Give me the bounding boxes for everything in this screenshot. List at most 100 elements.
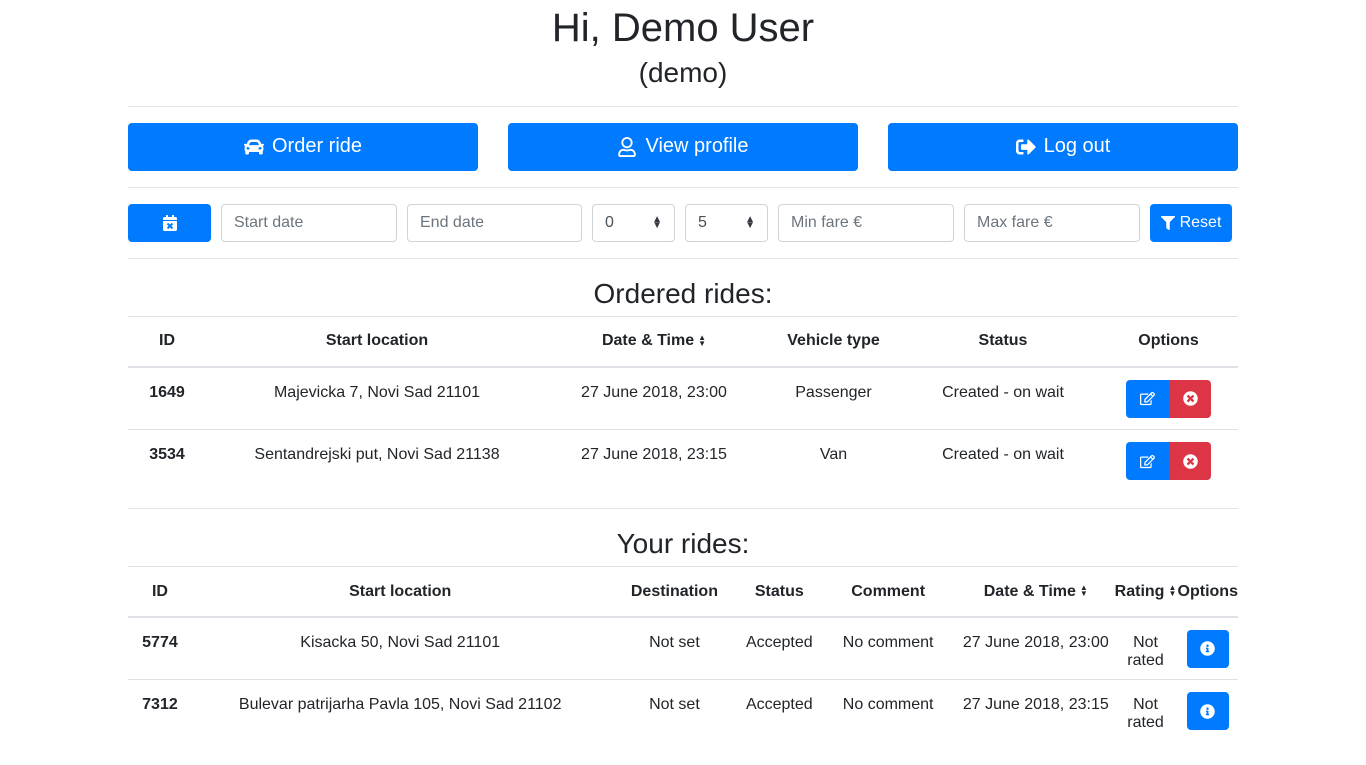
- cell-date-time: 27 June 2018, 23:15: [548, 429, 760, 493]
- column-header-label: Rating: [1114, 582, 1165, 600]
- main-container: Hi, Demo User (demo) Order ride View pro…: [128, 0, 1238, 743]
- filter-icon: [1160, 215, 1175, 230]
- start-date-input[interactable]: [221, 203, 397, 242]
- select-caret-icon: ▲ ▼: [745, 213, 755, 231]
- column-header-label: Date & Time: [601, 332, 695, 350]
- edit-icon: [1140, 454, 1155, 468]
- reset-label: Reset: [1179, 213, 1222, 231]
- cell-rating: Not rated: [1127, 633, 1164, 669]
- cell-status: Accepted: [745, 633, 813, 651]
- cell-status: Created - on wait: [942, 383, 1064, 401]
- divider: [128, 507, 1238, 509]
- column-header-start-location: Start location: [191, 566, 609, 618]
- edit-button[interactable]: [1126, 379, 1169, 418]
- column-header-status: Status: [907, 316, 1099, 368]
- table-row: 3534 Sentandrejski put, Novi Sad 21138 2…: [128, 429, 1238, 493]
- cell-status: Created - on wait: [907, 429, 1099, 493]
- action-bar: Order ride View profile Log out: [128, 122, 1238, 171]
- table-header-row: ID Start location Date & Time ▲ ▼ Vehicle …: [128, 316, 1238, 368]
- divider: [128, 105, 1238, 107]
- filter-bar: 0 ▲▼ 5 ▲▼ Reset: [128, 203, 1238, 242]
- column-header-id: ID: [128, 566, 192, 618]
- min-fare-input[interactable]: [778, 203, 954, 242]
- min-rating-value: 0: [605, 213, 614, 231]
- ordered-rides-title: Ordered rides:: [593, 277, 773, 309]
- column-header-date-time[interactable]: Date & Time ▲ ▼: [548, 316, 760, 368]
- sort-icon: ▲ ▼: [1168, 583, 1177, 599]
- column-header-date-time[interactable]: Date & Time ▲ ▼: [958, 566, 1114, 618]
- end-date-input[interactable]: [407, 203, 582, 242]
- cell-date-time: 27 June 2018, 23:00: [581, 383, 727, 401]
- divider: [128, 257, 1238, 259]
- column-header-status: Status: [740, 566, 819, 618]
- edit-icon: [1140, 392, 1155, 406]
- cancel-ride-button[interactable]: [1169, 442, 1211, 481]
- column-header-start-location: Start location: [206, 316, 548, 368]
- ride-info-button[interactable]: [1186, 629, 1229, 668]
- cell-options: [1099, 429, 1238, 493]
- cell-date-time: 27 June 2018, 23:15: [958, 679, 1114, 743]
- cell-vehicle-type: Passenger: [795, 383, 872, 401]
- max-rating-select[interactable]: 5 ▲ ▼: [685, 203, 768, 242]
- cell-status: Accepted: [740, 679, 819, 743]
- sign-out-icon: [1015, 139, 1036, 155]
- calendar-times-icon: [162, 214, 177, 231]
- your-rides-table: ID Start location Destination Status Com…: [128, 566, 1238, 743]
- sort-icon: ▲ ▼: [1079, 583, 1088, 599]
- ride-info-button[interactable]: [1186, 692, 1229, 731]
- cell-start-location: Bulevar patrijarha Pavla 105, Novi Sad 2…: [191, 679, 609, 743]
- cell-destination: Not set: [608, 679, 741, 743]
- divider: [128, 186, 1238, 188]
- edit-button[interactable]: [1126, 442, 1169, 481]
- max-fare-input[interactable]: [964, 203, 1140, 242]
- select-caret-icon: ▲ ▼: [652, 213, 662, 231]
- reset-button[interactable]: Reset: [1150, 203, 1232, 242]
- order-ride-label: Order ride: [271, 135, 363, 158]
- column-header-vehicle-type: Vehicle type: [760, 316, 907, 368]
- row-actions: [1126, 379, 1211, 418]
- info-circle-icon: [1200, 704, 1216, 719]
- clear-dates-button[interactable]: [128, 203, 211, 242]
- cell-date-time: 27 June 2018, 23:00: [962, 633, 1109, 651]
- username-subtitle: (demo): [638, 57, 728, 88]
- sort-icon: ▲ ▼: [698, 333, 707, 349]
- cell-id: 3534: [128, 429, 206, 493]
- column-header-options: Options: [1177, 566, 1238, 618]
- table-header-row: ID Start location Destination Status Com…: [128, 566, 1238, 618]
- cell-id: 1649: [149, 383, 185, 401]
- column-header-id: ID: [128, 316, 206, 368]
- min-rating-select[interactable]: 0 ▲ ▼: [592, 203, 675, 242]
- order-ride-button[interactable]: Order ride: [128, 122, 478, 171]
- your-rides-title: Your rides:: [616, 527, 750, 559]
- ordered-rides-table: ID Start location Date & Time ▲ ▼ Vehicle …: [128, 316, 1238, 493]
- column-header-destination: Destination: [608, 566, 741, 618]
- cell-rating: Not rated: [1113, 679, 1178, 743]
- column-header-comment: Comment: [818, 566, 959, 618]
- cancel-ride-button[interactable]: [1169, 379, 1211, 418]
- times-circle-icon: [1182, 391, 1198, 406]
- cell-comment: No comment: [842, 633, 934, 651]
- cell-options: [1178, 617, 1239, 680]
- row-actions: [1126, 442, 1211, 481]
- cell-start-location: Majevicka 7, Novi Sad 21101: [273, 383, 481, 401]
- greeting-title: Hi, Demo User: [551, 6, 815, 50]
- cell-id: 7312: [128, 679, 192, 743]
- times-circle-icon: [1182, 453, 1198, 469]
- view-profile-button[interactable]: View profile: [508, 122, 858, 171]
- cell-vehicle-type: Van: [760, 429, 907, 493]
- cell-start-location: Kisacka 50, Novi Sad 21101: [300, 633, 501, 651]
- info-circle-icon: [1200, 641, 1216, 657]
- cell-destination: Not set: [649, 633, 700, 651]
- column-header-rating[interactable]: Rating ▲ ▼: [1113, 566, 1178, 618]
- user-icon: [618, 136, 637, 157]
- cell-options: [1177, 679, 1238, 743]
- view-profile-label: View profile: [645, 135, 749, 158]
- column-header-label: Date & Time: [983, 582, 1076, 600]
- cell-options: [1099, 367, 1238, 430]
- log-out-button[interactable]: Log out: [888, 122, 1238, 171]
- table-row: 1649 Majevicka 7, Novi Sad 21101 27 June…: [128, 367, 1238, 430]
- cell-comment: No comment: [818, 679, 959, 743]
- cell-start-location: Sentandrejski put, Novi Sad 21138: [206, 429, 548, 493]
- table-row: 7312 Bulevar patrijarha Pavla 105, Novi …: [128, 679, 1238, 743]
- column-header-options: Options: [1099, 316, 1238, 368]
